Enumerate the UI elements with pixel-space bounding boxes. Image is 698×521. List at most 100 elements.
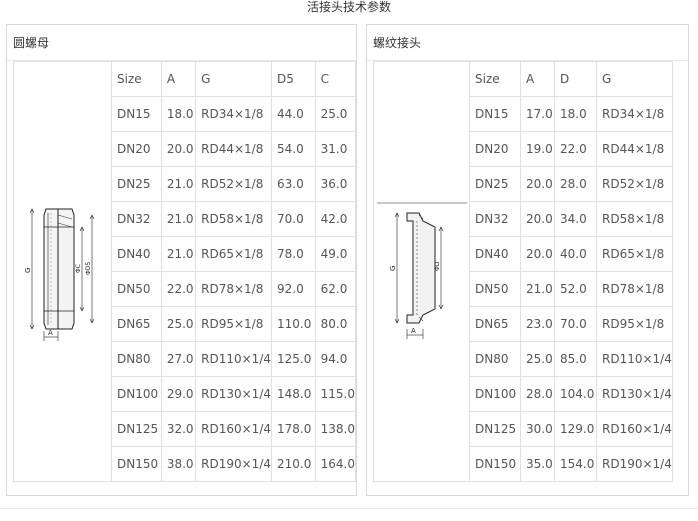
- table-cell: DN50: [469, 271, 521, 307]
- table-cell: DN65: [469, 306, 521, 342]
- table-cell: 85.0: [554, 341, 597, 377]
- table-cell: DN125: [469, 411, 521, 447]
- table-cell: 25.0: [314, 96, 357, 132]
- table-cell: 18.0: [554, 96, 597, 132]
- table-cell: 25.0: [160, 306, 197, 342]
- table-cell: RD58×1/8: [195, 201, 272, 237]
- table-cell: 30.0: [520, 411, 555, 447]
- table-cell: 28.0: [520, 376, 555, 412]
- table-cell: 20.0: [160, 131, 197, 167]
- round-nut-table: G ΦC ΦD5 A Size A G D5 C DN15 18.0 RD34×1/8 44.0…: [13, 61, 357, 482]
- table-cell: 19.0: [520, 131, 555, 167]
- table-cell: 20.0: [520, 201, 555, 237]
- table-cell: RD52×1/8: [596, 166, 673, 202]
- table-cell: DN40: [469, 236, 521, 272]
- table-cell: RD110×1/4: [195, 341, 272, 377]
- header-row: G ΦD A Size A D G: [373, 61, 673, 482]
- table-cell: RD58×1/8: [596, 201, 673, 237]
- table-cell: 27.0: [160, 341, 197, 377]
- column-header: A: [160, 61, 197, 97]
- table-cell: 36.0: [314, 166, 357, 202]
- table-cell: 17.0: [520, 96, 555, 132]
- table-cell: 125.0: [271, 341, 316, 377]
- table-cell: 63.0: [271, 166, 316, 202]
- table-cell: 178.0: [271, 411, 316, 447]
- threaded-fitting-panel: 螺纹接头 G ΦD A Size A D G DN15 17.0 18.0 RD34×1/8 D…: [366, 24, 689, 496]
- table-cell: DN32: [469, 201, 521, 237]
- dim-g-label: G: [24, 267, 32, 272]
- table-cell: 129.0: [554, 411, 597, 447]
- table-cell: 92.0: [271, 271, 316, 307]
- table-cell: RD78×1/8: [596, 271, 673, 307]
- table-cell: 21.0: [160, 166, 197, 202]
- threaded-fitting-drawing-cell: G ΦD A: [373, 61, 470, 482]
- table-cell: DN100: [111, 376, 162, 412]
- table-cell: 21.0: [160, 201, 197, 237]
- table-cell: RD130×1/4: [195, 376, 272, 412]
- round-nut-title: 圆螺母: [7, 25, 356, 61]
- dim-a-label: A: [411, 327, 416, 335]
- table-cell: 25.0: [520, 341, 555, 377]
- table-cell: 62.0: [314, 271, 357, 307]
- table-cell: 42.0: [314, 201, 357, 237]
- table-cell: 164.0: [314, 446, 357, 482]
- table-cell: 52.0: [554, 271, 597, 307]
- table-cell: DN50: [111, 271, 162, 307]
- table-cell: 22.0: [160, 271, 197, 307]
- table-cell: RD52×1/8: [195, 166, 272, 202]
- table-cell: 138.0: [314, 411, 357, 447]
- page-title: 活接头技术参数: [306, 0, 391, 14]
- table-cell: DN20: [469, 131, 521, 167]
- table-cell: 110.0: [271, 306, 316, 342]
- table-cell: 104.0: [554, 376, 597, 412]
- table-cell: RD130×1/4: [596, 376, 673, 412]
- table-cell: 29.0: [160, 376, 197, 412]
- table-cell: RD160×1/4: [596, 411, 673, 447]
- table-cell: RD95×1/8: [596, 306, 673, 342]
- table-cell: 21.0: [520, 271, 555, 307]
- table-cell: DN40: [111, 236, 162, 272]
- column-header: Size: [469, 61, 521, 97]
- table-cell: 38.0: [160, 446, 197, 482]
- table-cell: DN150: [469, 446, 521, 482]
- table-cell: DN25: [469, 166, 521, 202]
- threaded-fitting-table: G ΦD A Size A D G DN15 17.0 18.0 RD34×1/8 DN20 19…: [373, 61, 673, 482]
- table-cell: 80.0: [314, 306, 357, 342]
- table-cell: DN15: [111, 96, 162, 132]
- table-cell: 20.0: [520, 236, 555, 272]
- dim-d-label: ΦD: [434, 261, 441, 271]
- table-cell: 35.0: [520, 446, 555, 482]
- table-cell: RD65×1/8: [195, 236, 272, 272]
- table-cell: RD34×1/8: [596, 96, 673, 132]
- table-cell: 148.0: [271, 376, 316, 412]
- table-cell: 31.0: [314, 131, 357, 167]
- table-cell: RD190×1/4: [195, 446, 272, 482]
- round-nut-drawing: G ΦC ΦD5 A: [17, 198, 108, 345]
- table-cell: DN80: [469, 341, 521, 377]
- table-cell: RD44×1/8: [596, 131, 673, 167]
- table-cell: DN32: [111, 201, 162, 237]
- threaded-fitting-drawing: G ΦD A: [376, 196, 467, 347]
- table-cell: 18.0: [160, 96, 197, 132]
- table-cell: DN150: [111, 446, 162, 482]
- table-cell: RD78×1/8: [195, 271, 272, 307]
- table-cell: DN25: [111, 166, 162, 202]
- table-cell: DN65: [111, 306, 162, 342]
- table-cell: 34.0: [554, 201, 597, 237]
- table-cell: DN80: [111, 341, 162, 377]
- table-cell: DN100: [469, 376, 521, 412]
- table-cell: 154.0: [554, 446, 597, 482]
- table-cell: RD34×1/8: [195, 96, 272, 132]
- header-row: G ΦC ΦD5 A Size A G D5 C: [13, 61, 357, 482]
- table-cell: 54.0: [271, 131, 316, 167]
- column-header: G: [195, 61, 272, 97]
- table-cell: 44.0: [271, 96, 316, 132]
- bottom-divider: [0, 508, 698, 509]
- table-cell: 20.0: [520, 166, 555, 202]
- table-cell: 115.0: [314, 376, 357, 412]
- column-header: D: [554, 61, 597, 97]
- table-cell: DN15: [469, 96, 521, 132]
- table-cell: 32.0: [160, 411, 197, 447]
- table-cell: 49.0: [314, 236, 357, 272]
- table-cell: RD44×1/8: [195, 131, 272, 167]
